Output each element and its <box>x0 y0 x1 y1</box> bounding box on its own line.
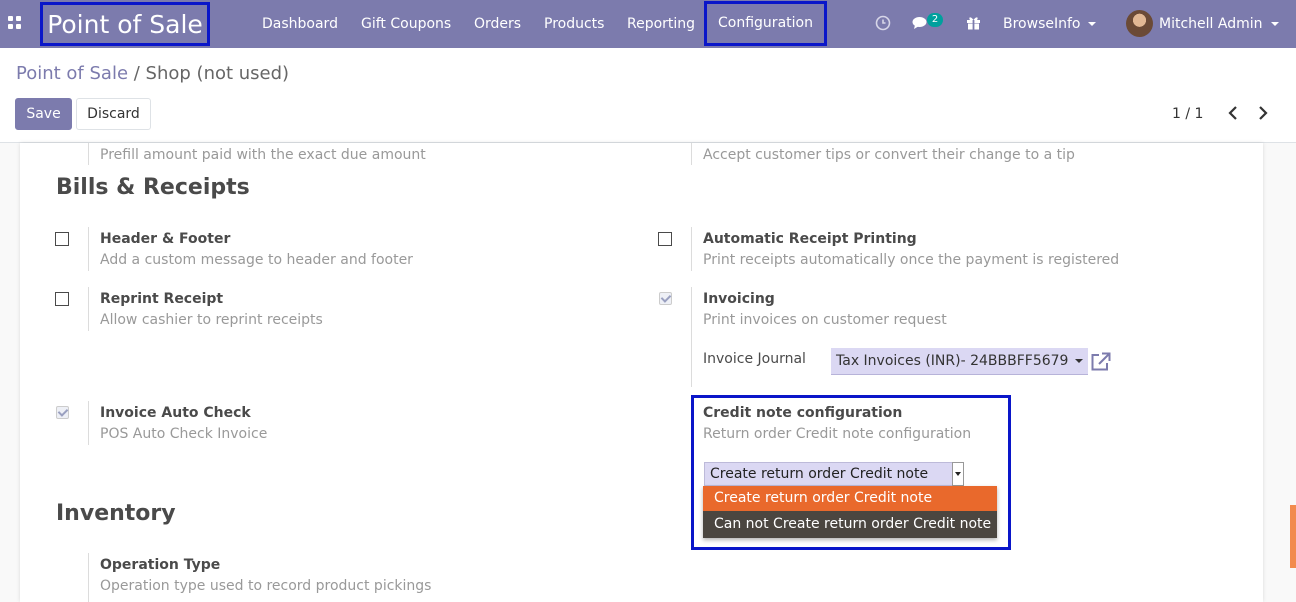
chevron-left-icon[interactable] <box>1224 102 1242 124</box>
reprint-label: Reprint Receipt <box>100 291 224 307</box>
divider <box>88 553 89 602</box>
breadcrumb-root[interactable]: Point of Sale <box>16 63 128 84</box>
divider <box>88 143 89 165</box>
divider <box>88 227 89 271</box>
apps-grid-icon[interactable] <box>8 16 22 30</box>
messages-badge: 2 <box>927 13 943 27</box>
tips-desc: Accept customer tips or convert their ch… <box>703 147 1075 163</box>
discard-button[interactable]: Discard <box>76 98 151 130</box>
divider <box>691 287 692 387</box>
gift-icon[interactable] <box>966 15 981 34</box>
invoicing-checkbox[interactable] <box>659 292 672 305</box>
auto-print-label: Automatic Receipt Printing <box>703 231 917 247</box>
menu-dashboard[interactable]: Dashboard <box>262 0 338 48</box>
auto-print-desc: Print receipts automatically once the pa… <box>703 252 1120 268</box>
section-title-inventory: Inventory <box>56 501 176 526</box>
invoice-journal-label: Invoice Journal <box>703 351 806 367</box>
reprint-checkbox[interactable] <box>55 292 69 306</box>
dropdown-option-cannot-create[interactable]: Can not Create return order Credit note <box>703 512 997 537</box>
reprint-desc: Allow cashier to reprint receipts <box>100 312 323 328</box>
header-footer-desc: Add a custom message to header and foote… <box>100 252 413 268</box>
operation-type-desc: Operation type used to record product pi… <box>100 578 432 594</box>
chevron-down-icon[interactable] <box>1075 359 1083 363</box>
user-menu[interactable]: Mitchell Admin <box>1159 0 1279 48</box>
chevron-down-icon <box>1270 22 1279 26</box>
app-brand-title[interactable]: Point of Sale <box>40 2 210 46</box>
auto-print-checkbox[interactable] <box>658 232 672 246</box>
avatar[interactable] <box>1126 10 1153 37</box>
prefill-desc: Prefill amount paid with the exact due a… <box>100 147 426 163</box>
scrollbar-thumb[interactable] <box>1290 505 1296 568</box>
company-switcher[interactable]: BrowseInfo <box>1003 0 1097 48</box>
menu-products[interactable]: Products <box>544 0 604 48</box>
chevron-right-icon[interactable] <box>1254 102 1272 124</box>
menu-reporting[interactable]: Reporting <box>627 0 695 48</box>
credit-note-desc: Return order Credit note configuration <box>703 426 972 442</box>
header-footer-checkbox[interactable] <box>55 232 69 246</box>
user-name: Mitchell Admin <box>1159 16 1263 32</box>
menu-configuration[interactable]: Configuration <box>704 1 827 46</box>
breadcrumb: Point of Sale / Shop (not used) <box>16 63 289 84</box>
divider <box>88 287 89 331</box>
divider <box>691 227 692 271</box>
clock-icon[interactable] <box>875 15 891 35</box>
breadcrumb-separator: / <box>128 63 146 84</box>
credit-note-dropdown: Create return order Credit note Can not … <box>703 486 997 538</box>
invoicing-desc: Print invoices on customer request <box>703 312 947 328</box>
section-title-bills: Bills & Receipts <box>56 175 250 200</box>
header-footer-label: Header & Footer <box>100 231 231 247</box>
auto-check-checkbox[interactable] <box>56 406 69 419</box>
settings-sheet: Prefill amount paid with the exact due a… <box>20 143 1263 602</box>
credit-note-select[interactable]: Create return order Credit note <box>704 462 964 486</box>
invoicing-label: Invoicing <box>703 291 775 307</box>
invoice-journal-select[interactable]: Tax Invoices (INR)- 24BBBFF5679 <box>831 348 1088 375</box>
auto-check-desc: POS Auto Check Invoice <box>100 426 268 442</box>
save-button[interactable]: Save <box>15 98 72 130</box>
auto-check-label: Invoice Auto Check <box>100 405 251 421</box>
breadcrumb-current: Shop (not used) <box>145 63 290 84</box>
pager-value[interactable]: 1 / 1 <box>1172 106 1203 122</box>
external-link-icon[interactable] <box>1090 352 1111 372</box>
menu-gift-coupons[interactable]: Gift Coupons <box>361 0 451 48</box>
divider <box>691 143 692 165</box>
select-arrow-icon[interactable] <box>952 462 964 486</box>
top-navbar: Point of Sale Dashboard Gift Coupons Ord… <box>0 0 1296 48</box>
dropdown-option-create[interactable]: Create return order Credit note <box>703 486 997 511</box>
company-name: BrowseInfo <box>1003 16 1081 32</box>
divider <box>88 401 89 445</box>
chevron-down-icon <box>1088 22 1097 26</box>
credit-note-label: Credit note configuration <box>703 405 903 421</box>
operation-type-label: Operation Type <box>100 557 221 573</box>
menu-orders[interactable]: Orders <box>474 0 521 48</box>
control-panel: Point of Sale / Shop (not used) Save Dis… <box>0 48 1296 143</box>
